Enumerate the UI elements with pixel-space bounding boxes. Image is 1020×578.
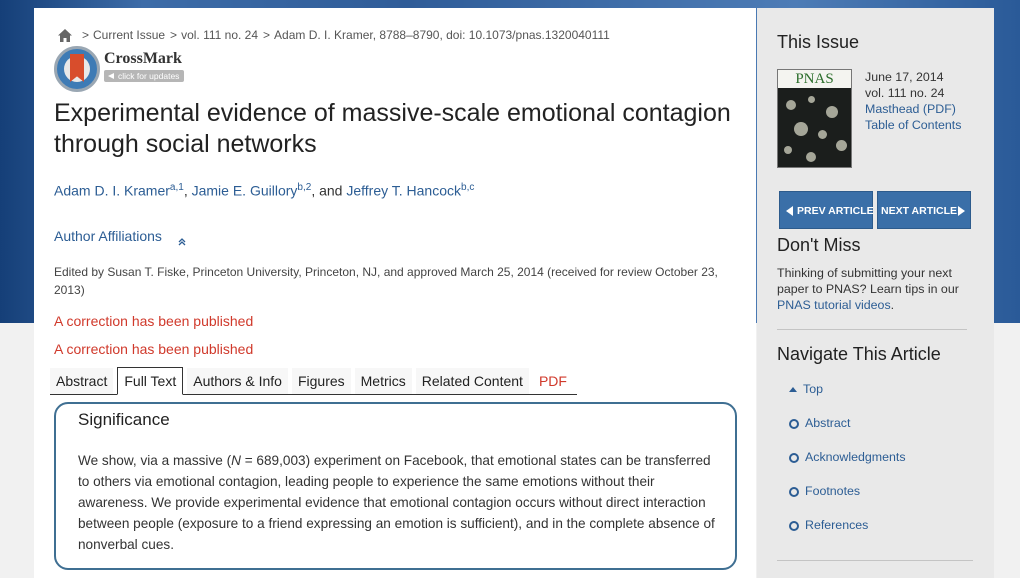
navigate-item-footnotes[interactable]: Footnotes: [789, 484, 906, 518]
significance-body: We show, via a massive (N = 689,003) exp…: [78, 453, 715, 552]
issue-cover-image[interactable]: PNAS: [777, 69, 852, 168]
sidebar: This Issue PNAS June 17, 2014 vol. 111 n…: [757, 8, 994, 578]
cover-logo: PNAS: [778, 70, 851, 88]
crossmark-icon: [54, 46, 100, 92]
author-link[interactable]: Jamie E. Guillory: [192, 183, 298, 199]
crossmark-subtitle: click for updates: [104, 70, 184, 82]
breadcrumb-current-issue[interactable]: Current Issue: [93, 28, 165, 42]
tab-full-text[interactable]: Full Text: [117, 367, 184, 395]
breadcrumb: > Current Issue > vol. 111 no. 24 > Adam…: [58, 28, 610, 42]
tab-metrics[interactable]: Metrics: [354, 368, 412, 394]
correction-notice[interactable]: A correction has been published: [54, 341, 253, 357]
correction-notice[interactable]: A correction has been published: [54, 313, 253, 329]
article-title: Experimental evidence of massive-scale e…: [54, 99, 731, 158]
edited-by-note: Edited by Susan T. Fiske, Princeton Univ…: [54, 265, 718, 297]
breadcrumb-volume[interactable]: vol. 111 no. 24: [181, 28, 258, 42]
prev-article-label: PREV ARTICLE: [797, 205, 874, 217]
author-separator: , and: [311, 182, 347, 199]
crossmark-badge[interactable]: CrossMark click for updates: [54, 46, 189, 92]
triangle-left-icon: [786, 206, 793, 216]
tutorial-videos-link[interactable]: PNAS tutorial videos: [777, 298, 891, 312]
navigate-heading: Navigate This Article: [777, 344, 941, 364]
author-superscript[interactable]: a,1: [170, 182, 184, 193]
author-affiliations-label: Author Affiliations: [54, 228, 162, 244]
home-icon[interactable]: [58, 28, 72, 42]
breadcrumb-separator: >: [263, 28, 271, 42]
article-main-panel: > Current Issue > vol. 111 no. 24 > Adam…: [34, 8, 756, 578]
crossmark-title: CrossMark: [104, 50, 182, 67]
author-link[interactable]: Jeffrey T. Hancock: [346, 183, 461, 199]
tab-pdf[interactable]: PDF: [532, 368, 573, 394]
ring-icon: [789, 419, 799, 429]
navigate-list: Top Abstract Acknowledgments Footnotes R…: [789, 382, 906, 552]
triangle-right-icon: [958, 206, 965, 216]
dont-miss-text: Thinking of submitting your next paper t…: [777, 266, 959, 312]
significance-title: Significance: [78, 410, 170, 429]
prev-article-button[interactable]: PREV ARTICLE: [779, 191, 874, 229]
navigate-item-abstract[interactable]: Abstract: [789, 416, 906, 450]
ring-icon: [789, 453, 799, 463]
author-affiliations-toggle[interactable]: Author Affiliations: [54, 228, 186, 246]
author-superscript[interactable]: b,c: [461, 182, 474, 193]
this-issue-heading: This Issue: [777, 32, 860, 52]
tab-figures[interactable]: Figures: [291, 368, 351, 394]
next-article-label: NEXT ARTICLE: [881, 205, 958, 217]
author-link[interactable]: Adam D. I. Kramer: [54, 183, 170, 199]
author-superscript[interactable]: b,2: [297, 182, 311, 193]
ring-icon: [789, 487, 799, 497]
author-list: Adam D. I. Kramera,1, Jamie E. Guilloryb…: [54, 182, 474, 199]
significance-box: Significance We show, via a massive (N =…: [54, 402, 737, 570]
breadcrumb-separator: >: [170, 28, 178, 42]
dont-miss-heading: Don't Miss: [777, 235, 861, 255]
chevron-up-icon: [178, 233, 186, 246]
tab-related-content[interactable]: Related Content: [415, 368, 529, 394]
breadcrumb-article: Adam D. I. Kramer, 8788–8790, doi: 10.10…: [274, 28, 610, 42]
up-arrow-icon: [789, 387, 797, 392]
tab-abstract[interactable]: Abstract: [50, 368, 114, 394]
navigate-item-top[interactable]: Top: [789, 382, 906, 416]
next-article-button[interactable]: NEXT ARTICLE: [877, 191, 971, 229]
article-tabs: Abstract Full Text Authors & Info Figure…: [50, 367, 577, 395]
sidebar-divider: [777, 329, 967, 330]
masthead-link[interactable]: Masthead (PDF): [865, 101, 961, 117]
author-separator: ,: [183, 182, 192, 199]
ring-icon: [789, 521, 799, 531]
issue-info: June 17, 2014 vol. 111 no. 24 Masthead (…: [865, 69, 961, 133]
issue-date: June 17, 2014: [865, 70, 944, 84]
navigate-item-acknowledgments[interactable]: Acknowledgments: [789, 450, 906, 484]
issue-volume: vol. 111 no. 24: [865, 86, 945, 100]
navigate-item-references[interactable]: References: [789, 518, 906, 552]
breadcrumb-separator: >: [82, 28, 90, 42]
table-of-contents-link[interactable]: Table of Contents: [865, 117, 961, 133]
sidebar-divider: [777, 560, 973, 561]
tab-authors-info[interactable]: Authors & Info: [187, 368, 288, 394]
